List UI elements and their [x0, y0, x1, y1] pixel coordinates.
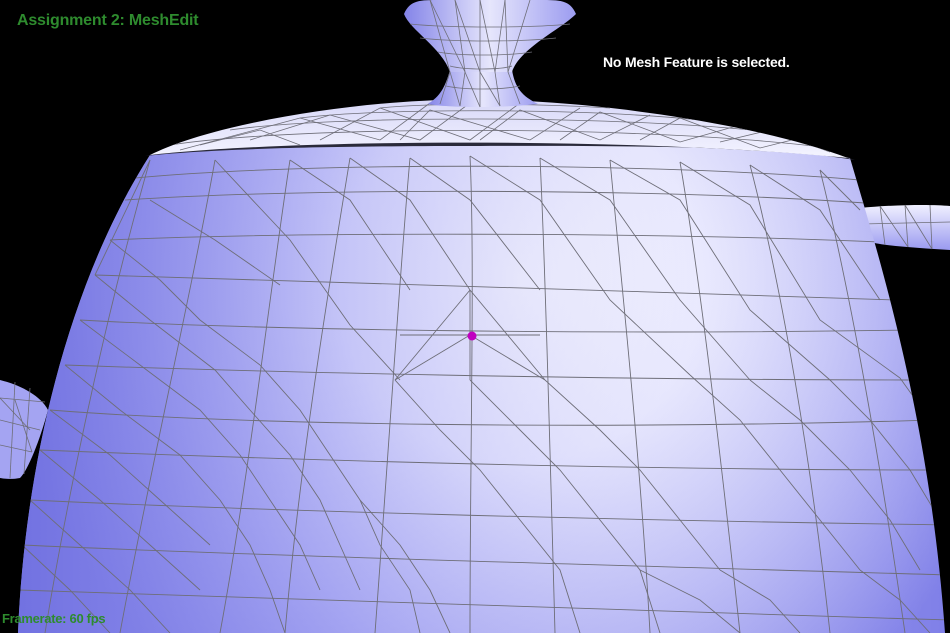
mesh-viewport[interactable]: Assignment 2: MeshEdit No Mesh Feature i… — [0, 0, 950, 633]
magenta-dot-icon[interactable] — [467, 331, 477, 341]
framerate-readout: Framerate: 60 fps — [2, 611, 106, 626]
selection-status-text: No Mesh Feature is selected. — [603, 54, 790, 70]
teapot-body — [18, 142, 945, 633]
teapot-mesh-canvas[interactable] — [0, 0, 950, 633]
teapot-lid-knob — [404, 0, 576, 108]
app-title: Assignment 2: MeshEdit — [17, 12, 199, 29]
